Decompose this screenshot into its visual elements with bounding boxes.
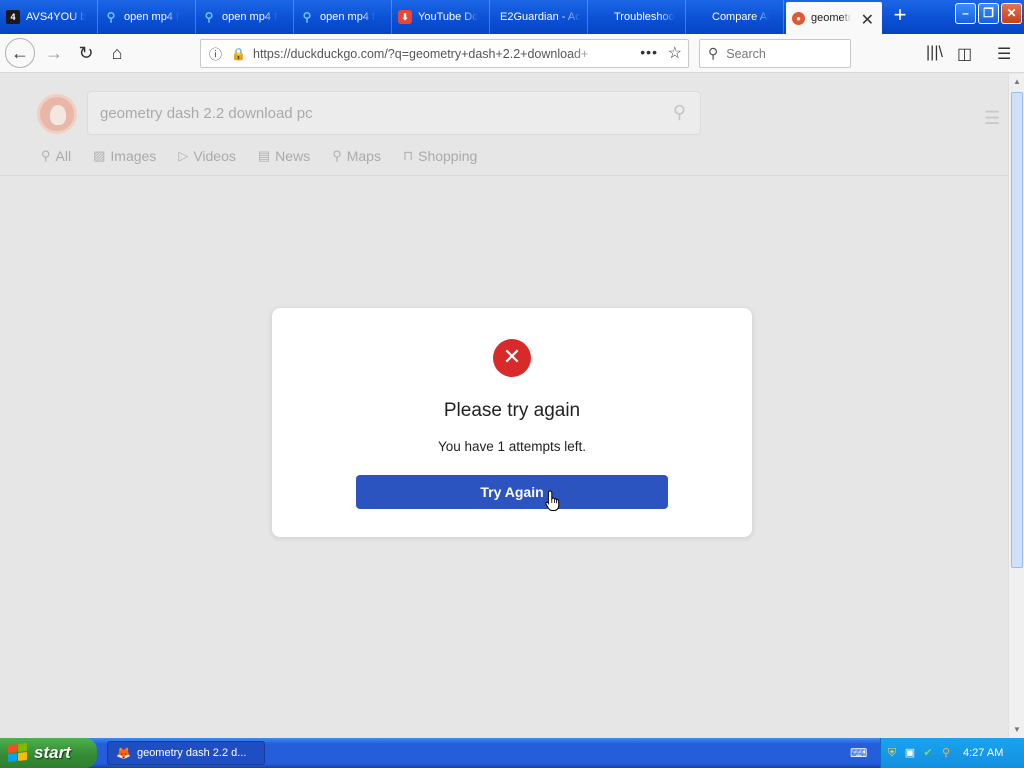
network-icon[interactable]: ▣ <box>903 746 917 760</box>
search-icon: ⚲ <box>708 45 719 61</box>
browser-navbar: ← → ↻ ⌂ ⓘ 🔒 https://duckduckgo.com/?q=ge… <box>0 34 1024 73</box>
minimize-button[interactable]: – <box>955 3 976 24</box>
error-modal: ✕ Please try again You have 1 attempts l… <box>272 308 752 537</box>
page-actions-icon[interactable]: ••• <box>640 44 658 60</box>
tab-open-mp4-1[interactable]: ⚲ open mp4 f <box>98 0 196 34</box>
tab-open-mp4-3[interactable]: ⚲ open mp4 f <box>294 0 392 34</box>
home-button[interactable]: ⌂ <box>103 39 131 67</box>
image-icon: ▨ <box>93 148 106 163</box>
scroll-up-arrow-icon[interactable]: ▲ <box>1011 76 1023 88</box>
start-button[interactable]: start <box>0 738 97 768</box>
start-label: start <box>34 743 71 762</box>
browser-search-box[interactable]: ⚲ Search <box>699 39 851 68</box>
taskbar-item-browser[interactable]: 🦊 geometry dash 2.2 d... <box>107 741 265 765</box>
ddg-tab-maps[interactable]: ⚲ Maps <box>332 148 381 164</box>
tab-title: YouTube Do <box>418 11 479 23</box>
tab-open-mp4-2[interactable]: ⚲ open mp4 f <box>196 0 294 34</box>
url-bar[interactable]: ⓘ 🔒 https://duckduckgo.com/?q=geometry+d… <box>200 39 689 68</box>
ddg-tab-label: Shopping <box>418 148 478 164</box>
search-icon: ⚲ <box>302 10 312 24</box>
search-icon[interactable]: ⚲ <box>673 102 686 123</box>
info-icon[interactable]: ⓘ <box>209 44 227 63</box>
error-x-icon: ✕ <box>493 339 531 377</box>
ddg-tab-all[interactable]: ⚲ All <box>41 148 71 164</box>
tab-title: geometr <box>811 12 851 24</box>
url-text[interactable]: https://duckduckgo.com/?q=geometry+dash+… <box>253 47 605 61</box>
windows-flag-icon <box>8 743 28 763</box>
new-tab-button[interactable]: + <box>888 4 912 28</box>
tab-title: open mp4 f <box>124 11 180 23</box>
scroll-down-arrow-icon[interactable]: ▼ <box>1011 724 1023 736</box>
news-icon: ▤ <box>257 148 271 163</box>
magnifier-icon[interactable]: ⚲ <box>939 746 953 760</box>
back-button[interactable]: ← <box>5 38 35 68</box>
hand-pointer-icon <box>545 490 560 511</box>
firefox-icon: 🦊 <box>116 746 131 760</box>
duckduckgo-logo[interactable] <box>37 94 77 134</box>
keyboard-icon[interactable]: ⌨ <box>850 746 867 760</box>
search-icon: ⚲ <box>204 10 214 24</box>
map-pin-icon: ⚲ <box>332 148 342 163</box>
search-icon: ⚲ <box>106 10 116 24</box>
page-content: geometry dash 2.2 download pc ⚲ ☰ ⚲ All ▨… <box>0 74 1008 738</box>
tab-e2guardian[interactable]: E2Guardian - Ac <box>490 0 588 34</box>
duckduckgo-icon: ● <box>792 11 805 25</box>
microsoft-icon <box>692 10 706 24</box>
browser-tab-strip: 4 AVS4YOU b ⚲ open mp4 f ⚲ open mp4 f ⚲ … <box>0 0 1024 34</box>
avs4you-icon: 4 <box>6 10 20 24</box>
forward-button[interactable]: → <box>40 39 68 67</box>
ddg-tab-label: Images <box>110 148 157 164</box>
tab-duckduckgo-active[interactable]: ● geometr ✕ <box>786 2 882 34</box>
hamburger-menu-icon[interactable]: ☰ <box>997 44 1011 64</box>
tab-title: open mp4 f <box>222 11 278 23</box>
divider <box>0 175 1008 176</box>
bookmark-star-icon[interactable]: ☆ <box>668 43 682 63</box>
tab-troubleshoot[interactable]: Troubleshoo <box>588 0 686 34</box>
tab-title: open mp4 f <box>320 11 376 23</box>
tab-youtube-download[interactable]: ⬇ YouTube Do <box>392 0 490 34</box>
microsoft-icon <box>594 10 608 24</box>
download-icon: ⬇ <box>398 10 412 24</box>
shopping-bag-icon: ⊓ <box>402 148 414 163</box>
lock-icon[interactable]: 🔒 <box>231 47 247 61</box>
tab-title: Troubleshoo <box>614 11 675 23</box>
tab-avs4you[interactable]: 4 AVS4YOU b <box>0 0 98 34</box>
shield-icon[interactable]: ⛨ <box>885 746 899 760</box>
clock[interactable]: 4:27 AM <box>963 747 1003 759</box>
windows-taskbar: start 🦊 geometry dash 2.2 d... ⌨ ⛨ ▣ ✔ ⚲… <box>0 738 1024 768</box>
system-tray: ⛨ ▣ ✔ ⚲ 4:27 AM <box>880 738 1024 768</box>
restore-button[interactable]: ❐ <box>978 3 999 24</box>
security-icon[interactable]: ✔ <box>921 746 935 760</box>
ddg-tab-news[interactable]: ▤ News <box>258 148 310 164</box>
ddg-tab-label: Maps <box>346 148 381 164</box>
tab-title: Compare Al <box>712 11 770 23</box>
modal-title: Please try again <box>443 400 581 421</box>
taskbar-item-label: geometry dash 2.2 d... <box>136 747 247 759</box>
ddg-tab-label: All <box>55 148 72 164</box>
ddg-tab-images[interactable]: ▨ Images <box>93 148 156 164</box>
library-icon[interactable]: |||\ <box>926 44 943 62</box>
reload-button[interactable]: ↻ <box>72 39 100 67</box>
ddg-tab-videos[interactable]: ▷ Videos <box>178 148 236 164</box>
scroll-thumb[interactable] <box>1011 92 1023 568</box>
try-again-button[interactable]: Try Again <box>356 475 668 509</box>
vertical-scrollbar[interactable]: ▲ ▼ <box>1008 74 1024 738</box>
sidebar-icon[interactable]: ◫ <box>957 44 972 64</box>
tab-compare[interactable]: Compare Al <box>686 0 784 34</box>
ddg-tab-label: News <box>275 148 311 164</box>
play-icon: ▷ <box>178 148 189 163</box>
ddg-menu-icon[interactable]: ☰ <box>984 108 1000 129</box>
search-placeholder: Search <box>726 46 766 61</box>
ddg-tab-label: Videos <box>193 148 236 164</box>
ddg-tab-shopping[interactable]: ⊓ Shopping <box>403 148 477 164</box>
tab-title: AVS4YOU b <box>26 11 87 23</box>
close-window-button[interactable]: ✕ <box>1001 3 1022 24</box>
ddg-search-query[interactable]: geometry dash 2.2 download pc <box>100 105 313 122</box>
ddg-search-box[interactable]: geometry dash 2.2 download pc ⚲ <box>87 91 701 135</box>
ddg-result-tabs: ⚲ All ▨ Images ▷ Videos ▤ News ⚲ Maps ⊓ Shoppi… <box>41 148 477 164</box>
close-tab-icon[interactable]: ✕ <box>861 10 874 30</box>
modal-message: You have 1 attempts left. <box>437 439 587 454</box>
search-icon: ⚲ <box>41 148 51 163</box>
tab-title: E2Guardian - Ac <box>500 11 581 23</box>
